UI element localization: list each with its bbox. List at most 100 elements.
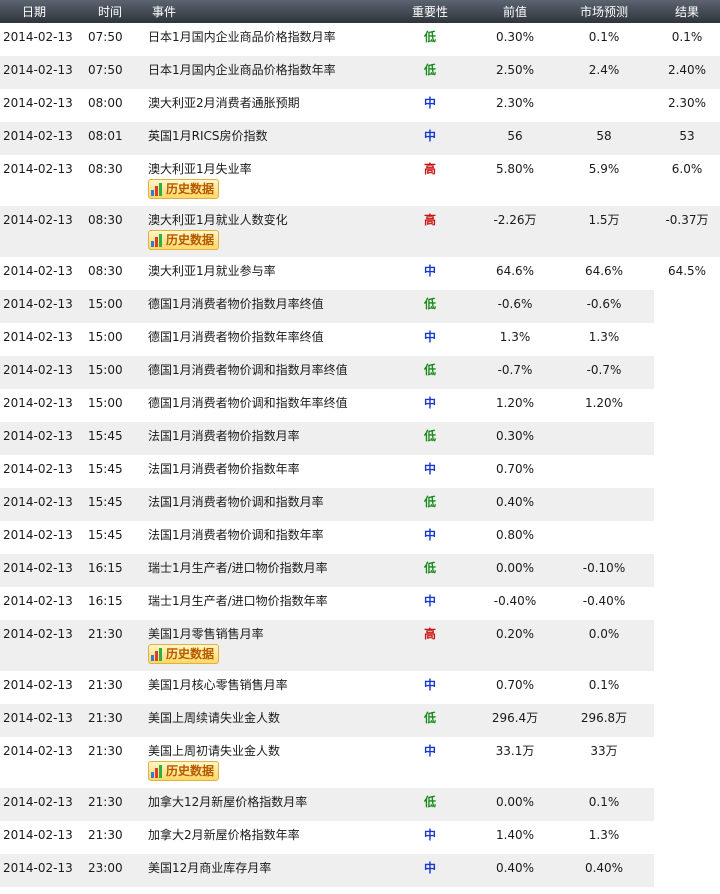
previous-value: 1.40% [476, 821, 554, 854]
event-cell: 瑞士1月生产者/进口物价指数月率 [132, 554, 384, 587]
event-date: 2014-02-13 [0, 122, 88, 155]
previous-value: 56 [476, 122, 554, 155]
history-data-button[interactable]: 历史数据 [148, 179, 220, 199]
table-row: 2014-02-13 21:30 加拿大2月新屋价格指数年率 中 1.40% 1.3% [0, 821, 720, 854]
bar-chart-icon [151, 647, 163, 661]
event-name: 法国1月消费者物价调和指数月率 [148, 495, 324, 509]
event-cell: 澳大利亚1月就业人数变化历史数据 [132, 206, 384, 257]
event-time: 07:50 [88, 56, 132, 89]
previous-value: -2.26万 [476, 206, 554, 257]
event-name: 加拿大2月新屋价格指数年率 [148, 828, 300, 842]
history-data-button[interactable]: 历史数据 [148, 644, 220, 664]
actual-value [654, 671, 720, 704]
actual-value: 53 [654, 122, 720, 155]
importance-badge: 中 [384, 389, 476, 422]
event-name: 美国上周初请失业金人数 [148, 744, 281, 758]
forecast-value [554, 521, 654, 554]
forecast-value: 1.5万 [554, 206, 654, 257]
importance-badge: 中 [384, 89, 476, 122]
event-cell: 英国1月RICS房价指数 [132, 122, 384, 155]
importance-badge: 低 [384, 704, 476, 737]
forecast-value: 5.9% [554, 155, 654, 206]
actual-value [654, 488, 720, 521]
event-name: 澳大利亚1月就业参与率 [148, 264, 276, 278]
event-date: 2014-02-13 [0, 257, 88, 290]
actual-value [654, 737, 720, 788]
event-name: 美国1月核心零售销售月率 [148, 678, 288, 692]
event-date: 2014-02-13 [0, 56, 88, 89]
event-name: 澳大利亚1月就业人数变化 [148, 213, 288, 227]
actual-value [654, 290, 720, 323]
forecast-value: 1.20% [554, 389, 654, 422]
importance-badge: 中 [384, 671, 476, 704]
importance-badge: 中 [384, 455, 476, 488]
event-name: 法国1月消费者物价指数年率 [148, 462, 300, 476]
event-name: 澳大利亚1月失业率 [148, 162, 252, 176]
forecast-value: 2.4% [554, 56, 654, 89]
table-row: 2014-02-13 21:30 美国上周初请失业金人数 历史数据中 33.1万 33万 [0, 737, 720, 788]
actual-value: 2.30% [654, 89, 720, 122]
table-row: 2014-02-13 21:30 美国上周续请失业金人数 低 296.4万 296.8万 [0, 704, 720, 737]
actual-value [654, 389, 720, 422]
event-cell: 美国1月零售销售月率 历史数据 [132, 620, 384, 671]
event-date: 2014-02-13 [0, 89, 88, 122]
actual-value: 6.0% [654, 155, 720, 206]
event-time: 15:00 [88, 356, 132, 389]
header-row: 日期 时间 事件 重要性 前值 市场预测 结果 [0, 0, 720, 23]
event-date: 2014-02-13 [0, 521, 88, 554]
event-cell: 德国1月消费者物价指数月率终值 [132, 290, 384, 323]
actual-value [654, 704, 720, 737]
forecast-value: 0.40% [554, 854, 654, 887]
event-time: 15:45 [88, 488, 132, 521]
event-date: 2014-02-13 [0, 455, 88, 488]
event-time: 08:30 [88, 155, 132, 206]
event-cell: 美国上周续请失业金人数 [132, 704, 384, 737]
event-date: 2014-02-13 [0, 704, 88, 737]
history-data-button[interactable]: 历史数据 [148, 230, 220, 250]
actual-value: 0.1% [654, 23, 720, 56]
event-cell: 澳大利亚1月失业率历史数据 [132, 155, 384, 206]
previous-value: 2.30% [476, 89, 554, 122]
event-cell: 加拿大12月新屋价格指数月率 [132, 788, 384, 821]
event-cell: 法国1月消费者物价指数年率 [132, 455, 384, 488]
event-cell: 美国上周初请失业金人数历史数据 [132, 737, 384, 788]
previous-value: -0.6% [476, 290, 554, 323]
previous-value: 0.00% [476, 788, 554, 821]
event-name: 英国1月RICS房价指数 [148, 129, 268, 143]
table-row: 2014-02-13 15:00 德国1月消费者物价调和指数月率终值低 -0.7% -0… [0, 356, 720, 389]
event-name: 美国上周续请失业金人数 [148, 711, 281, 725]
event-date: 2014-02-13 [0, 488, 88, 521]
forecast-value [554, 488, 654, 521]
event-time: 23:00 [88, 854, 132, 887]
event-cell: 日本1月国内企业商品价格指数年率 [132, 56, 384, 89]
forecast-value: 0.0% [554, 620, 654, 671]
forecast-value: 58 [554, 122, 654, 155]
table-row: 2014-02-13 08:00 澳大利亚2月消费者通胀预期中 2.30% 2.30% [0, 89, 720, 122]
table-row: 2014-02-13 23:00 美国12月商业库存月率中 0.40% 0.40% [0, 854, 720, 887]
event-name: 德国1月消费者物价指数年率终值 [148, 330, 324, 344]
importance-badge: 中 [384, 257, 476, 290]
actual-value [654, 587, 720, 620]
table-row: 2014-02-13 07:50 日本1月国内企业商品价格指数年率低 2.50% 2.4… [0, 56, 720, 89]
table-row: 2014-02-13 21:30 美国1月核心零售销售月率 中 0.70% 0.1% [0, 671, 720, 704]
event-cell: 澳大利亚1月就业参与率 [132, 257, 384, 290]
history-data-button[interactable]: 历史数据 [148, 761, 220, 781]
event-name: 法国1月消费者物价调和指数年率 [148, 528, 324, 542]
event-name: 美国12月商业库存月率 [148, 861, 272, 875]
table-header: 日期 时间 事件 重要性 前值 市场预测 结果 [0, 0, 720, 23]
event-cell: 法国1月消费者物价指数月率 [132, 422, 384, 455]
forecast-value: -0.40% [554, 587, 654, 620]
header-actual: 结果 [654, 0, 720, 23]
importance-badge: 低 [384, 488, 476, 521]
previous-value: 0.30% [476, 23, 554, 56]
event-date: 2014-02-13 [0, 620, 88, 671]
importance-badge: 中 [384, 122, 476, 155]
event-time: 15:45 [88, 521, 132, 554]
previous-value: 0.80% [476, 521, 554, 554]
table-row: 2014-02-13 08:30 澳大利亚1月就业人数变化 历史数据高 -2.26万 1.… [0, 206, 720, 257]
table-row: 2014-02-13 21:30 美国1月零售销售月率 历史数据高 0.20% 0.0% [0, 620, 720, 671]
previous-value: 0.30% [476, 422, 554, 455]
forecast-value: 64.6% [554, 257, 654, 290]
event-name: 德国1月消费者物价调和指数月率终值 [148, 363, 348, 377]
previous-value: 33.1万 [476, 737, 554, 788]
